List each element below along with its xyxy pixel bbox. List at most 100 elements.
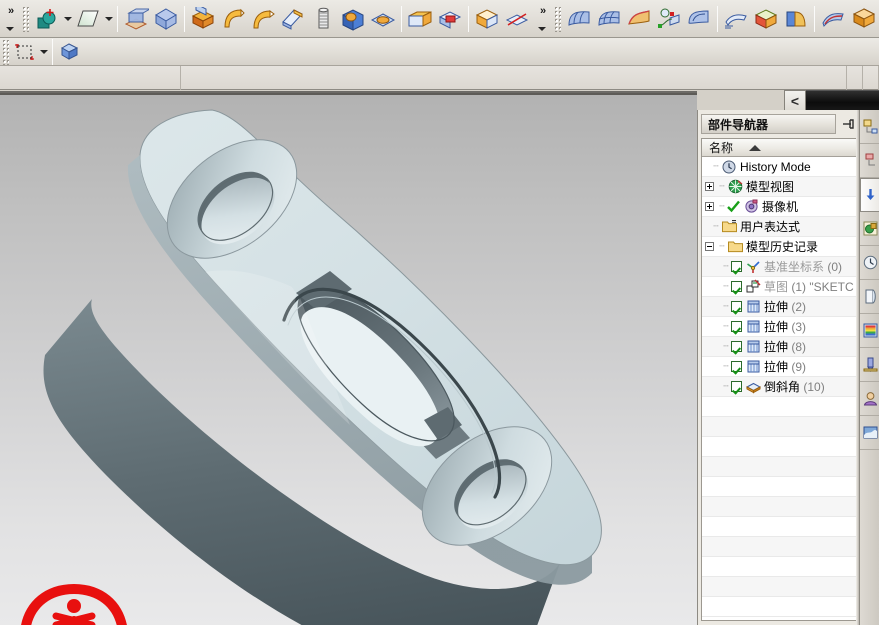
feature-checkbox[interactable] — [731, 381, 742, 392]
toolbar-overflow-left[interactable]: » — [0, 2, 20, 36]
sketch-plane-dropdown[interactable] — [103, 4, 114, 34]
shaded-view-button[interactable] — [56, 39, 82, 65]
expander-plus-icon[interactable] — [705, 202, 714, 211]
block-primitive-icon — [155, 7, 177, 30]
tube-button[interactable] — [278, 4, 308, 34]
sketch-plane-icon — [77, 10, 99, 26]
resource-bar-item-process-studio[interactable] — [860, 348, 879, 382]
resource-bar-item-assembly-navigator[interactable] — [860, 110, 879, 144]
chamfer-icon — [505, 12, 529, 26]
pocket-icon — [370, 12, 396, 27]
sweep-along-guide-button[interactable] — [248, 4, 278, 34]
resource-bar-item-constraint-navigator[interactable] — [860, 144, 879, 178]
resource-bar-item-role[interactable] — [860, 382, 879, 416]
sew-icon — [822, 12, 844, 27]
tree-row-extrude-9[interactable]: ┄ 拉伸 (9) — [702, 357, 856, 377]
tree-connector: ┄ — [723, 341, 728, 351]
chamfer-button[interactable] — [502, 4, 532, 34]
n-sided-surface-button[interactable] — [684, 4, 714, 34]
tree-row-datum-csys[interactable]: ┄ 基准坐标系 (0) — [702, 257, 856, 277]
studio-surface-button[interactable] — [624, 4, 654, 34]
toolbar-overflow-mid[interactable]: » — [532, 2, 552, 36]
tree-row-chamfer-10[interactable]: ┄ 倒斜角 (10) — [702, 377, 856, 397]
sort-ascending-icon — [749, 145, 761, 151]
part-navigator-tree[interactable]: 名称 ┄ History Mode ┄ 模型视图 ┄ 摄像机 ┄ 用户表达式 ┄… — [701, 138, 857, 621]
sew-button[interactable] — [818, 4, 848, 34]
resource-bar-item-reuse-library[interactable] — [860, 212, 879, 246]
hole-button[interactable] — [308, 4, 338, 34]
unite-button[interactable] — [848, 4, 878, 34]
feature-checkbox[interactable] — [731, 261, 742, 272]
resource-bar-item-part-navigator[interactable] — [860, 178, 879, 212]
graphics-viewport[interactable]: UG爱好者 WWW.UGSNX.COM — [0, 91, 697, 625]
resource-bar-item-history[interactable] — [860, 246, 879, 280]
selection-filter-dropdown[interactable] — [38, 37, 49, 67]
docked-panel-titlebar — [806, 90, 879, 112]
toolbar-grip[interactable] — [22, 5, 29, 32]
green-check-icon — [727, 199, 740, 215]
status-line — [181, 65, 847, 90]
chevron-down-icon — [6, 26, 14, 31]
tree-row-user-expressions[interactable]: ┄ 用户表达式 — [702, 217, 856, 237]
feature-checkbox[interactable] — [731, 301, 742, 312]
block-primitive-button[interactable] — [151, 4, 181, 34]
slot-button[interactable] — [435, 4, 465, 34]
tree-row-extrude-8[interactable]: ┄ 拉伸 (8) — [702, 337, 856, 357]
scene-icon — [863, 426, 877, 439]
tree-column-header[interactable]: 名称 — [702, 139, 856, 157]
clock-icon — [721, 159, 737, 175]
tree-row-model-views[interactable]: ┄ 模型视图 — [702, 177, 856, 197]
role-icon — [863, 392, 877, 406]
surface-toolbar-grip[interactable] — [554, 5, 561, 32]
tree-row-extrude-2[interactable]: ┄ 拉伸 (2) — [702, 297, 856, 317]
feature-checkbox[interactable] — [731, 321, 742, 332]
tree-row-sketch[interactable]: ┄ 草图 (1) "SKETC — [702, 277, 856, 297]
datum-plane-button[interactable] — [121, 4, 151, 34]
resource-bar-item-sheet-body[interactable] — [860, 280, 879, 314]
collapse-panel-button[interactable]: < — [784, 90, 806, 112]
tree-connector: ┄ — [713, 221, 718, 231]
pocket-button[interactable] — [368, 4, 398, 34]
law-extension-button[interactable] — [654, 4, 684, 34]
solid-model-flange-plate[interactable] — [0, 93, 697, 625]
tree-row-cameras[interactable]: ┄ 摄像机 — [702, 197, 856, 217]
offset-surface-icon — [725, 13, 747, 28]
law-extension-icon — [658, 8, 680, 28]
resource-bar-item-scene[interactable] — [860, 416, 879, 450]
tree-row-model-history[interactable]: ┄ 模型历史记录 — [702, 237, 856, 257]
ruled-surface-button[interactable] — [564, 4, 594, 34]
selection-filter-button[interactable] — [12, 39, 38, 65]
resource-bar-item-palette[interactable] — [860, 314, 879, 348]
revolve-button[interactable] — [218, 4, 248, 34]
expander-plus-icon[interactable] — [705, 182, 714, 191]
feature-checkbox[interactable] — [731, 341, 742, 352]
tree-row-label: 摄像机 — [762, 200, 799, 214]
feature-checkbox[interactable] — [731, 281, 742, 292]
trim-body-button[interactable] — [751, 4, 781, 34]
tree-connector: ┄ — [719, 181, 724, 191]
pin-button[interactable] — [839, 115, 857, 133]
tree-row-extrude-3[interactable]: ┄ 拉伸 (3) — [702, 317, 856, 337]
tree-connector: ┄ — [723, 361, 728, 371]
sketch-plane-button[interactable] — [73, 4, 103, 34]
tree-row-history-mode[interactable]: ┄ History Mode — [702, 157, 856, 177]
toolbar-separator — [814, 5, 815, 32]
toolbar-separator — [117, 5, 118, 32]
sketch-dropdown[interactable] — [62, 4, 73, 34]
sketch-in-task-button[interactable] — [32, 4, 62, 34]
selection-filter-icon — [15, 43, 34, 60]
through-curve-mesh-button[interactable] — [594, 4, 624, 34]
boss-button[interactable] — [338, 4, 368, 34]
extrude-button[interactable] — [188, 4, 218, 34]
selection-toolbar-grip[interactable] — [2, 38, 9, 65]
expander-minus-icon[interactable] — [705, 242, 714, 251]
tree-row-label: 模型历史记录 — [746, 240, 819, 254]
tree-empty-row — [702, 417, 856, 437]
thicken-button[interactable] — [781, 4, 811, 34]
tree-connector: ┄ — [723, 281, 728, 291]
offset-surface-button[interactable] — [721, 4, 751, 34]
toolbar-separator — [468, 5, 469, 32]
feature-checkbox[interactable] — [731, 361, 742, 372]
edge-blend-button[interactable] — [472, 4, 502, 34]
pad-button[interactable] — [405, 4, 435, 34]
